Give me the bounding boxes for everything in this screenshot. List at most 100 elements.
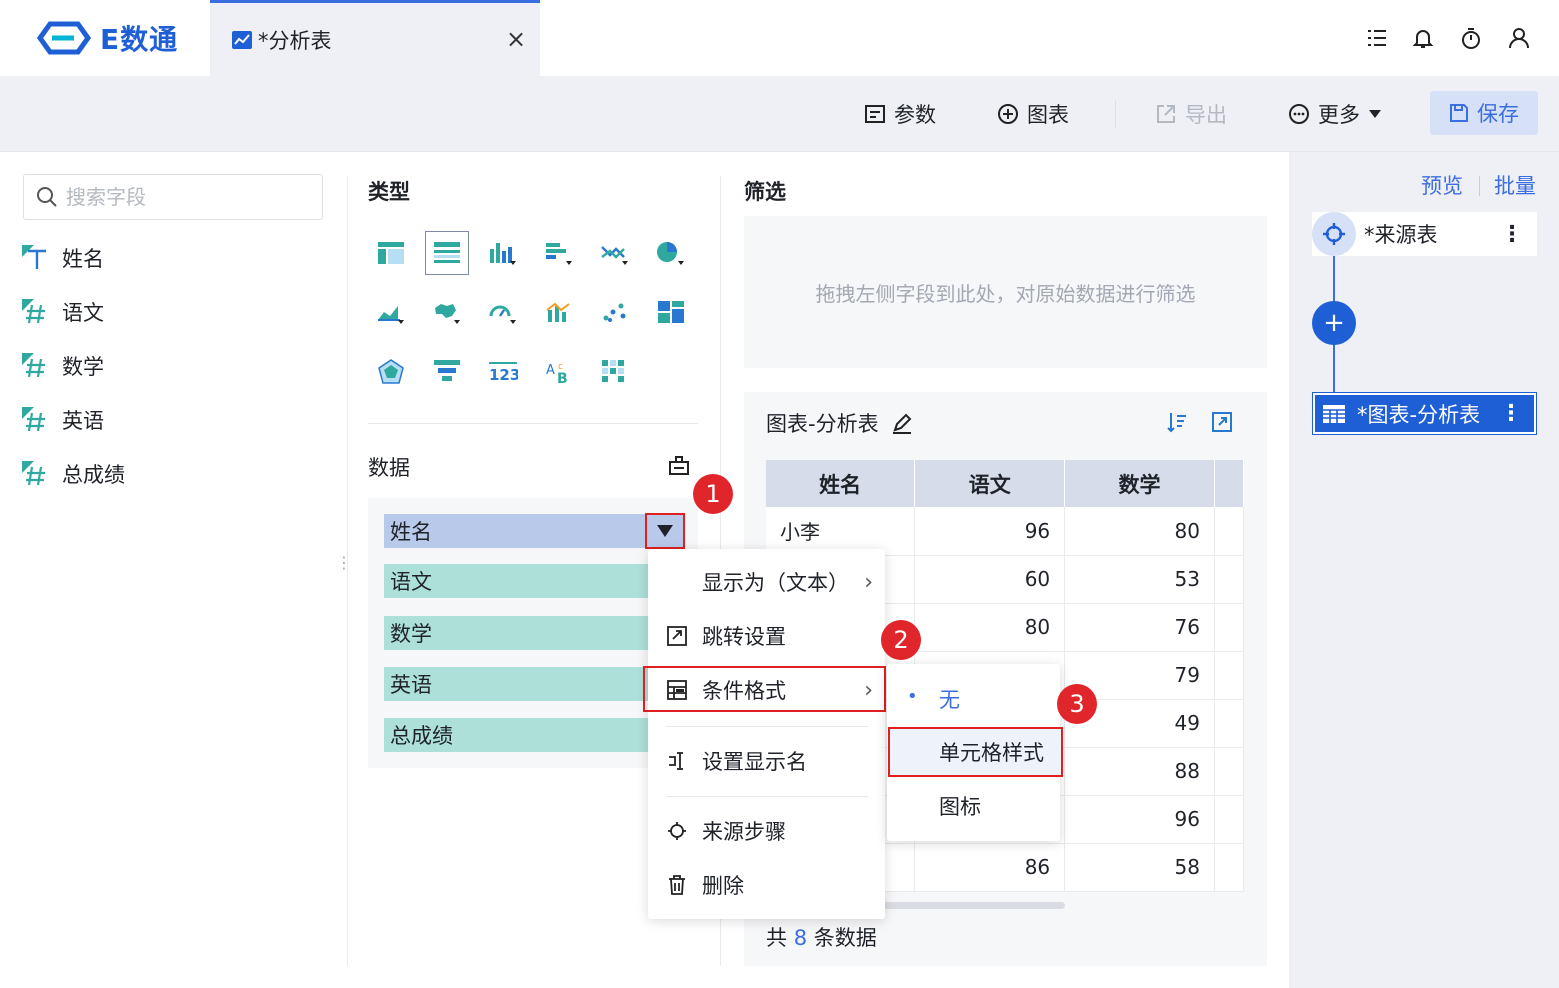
- horizontal-scrollbar[interactable]: [870, 902, 1065, 909]
- detail-table-icon[interactable]: [425, 231, 469, 275]
- field-item-english[interactable]: 英语: [22, 402, 104, 438]
- measure-pill-chinese[interactable]: 语文: [384, 564, 650, 598]
- dashboard-icon[interactable]: [649, 290, 693, 334]
- search-input[interactable]: [66, 185, 296, 209]
- measure-pill-math[interactable]: 数学: [384, 616, 650, 650]
- save-button[interactable]: 保存: [1430, 91, 1538, 135]
- params-button[interactable]: 参数: [864, 95, 936, 133]
- row-count-suffix: 条数据: [813, 926, 877, 950]
- data-label: 数据: [368, 456, 410, 480]
- source-step-label: *来源表: [1364, 223, 1438, 247]
- text-field-icon: [22, 245, 46, 269]
- menu-item-source-step[interactable]: 来源步骤: [648, 807, 885, 855]
- tab-close-icon[interactable]: ×: [506, 25, 530, 53]
- task-list-icon[interactable]: [1365, 26, 1389, 50]
- expand-icon[interactable]: [1211, 411, 1233, 433]
- menu-item-display-name[interactable]: 设置显示名: [648, 737, 885, 785]
- field-item-name[interactable]: 姓名: [22, 240, 104, 276]
- table-header-row: 姓名 语文 数学: [766, 460, 1245, 507]
- sort-icon[interactable]: [1166, 411, 1188, 433]
- menu-item-display-as[interactable]: 显示为（文本） ›: [648, 558, 885, 606]
- pill-label: 数学: [390, 622, 432, 646]
- bell-icon[interactable]: [1411, 26, 1435, 50]
- menu-separator: [666, 726, 868, 727]
- word-cloud-icon[interactable]: ABc: [537, 350, 581, 394]
- table-cell: 88: [1064, 747, 1215, 796]
- step-badge-2: 2: [881, 620, 921, 660]
- kpi-number-icon[interactable]: 123: [481, 350, 525, 394]
- map-icon[interactable]: [425, 290, 469, 334]
- field-search[interactable]: [23, 174, 323, 220]
- export-button[interactable]: 导出: [1155, 95, 1227, 133]
- number-field-icon: [22, 461, 45, 486]
- scatter-icon[interactable]: [593, 290, 637, 334]
- table-cell: 小李: [766, 507, 916, 556]
- submenu-item-icon[interactable]: 图标: [887, 781, 1060, 831]
- timer-icon[interactable]: [1459, 26, 1483, 50]
- filter-hint: 拖拽左侧字段到此处，对原始数据进行筛选: [815, 281, 1196, 306]
- user-icon[interactable]: [1507, 26, 1531, 50]
- table-cell: 96: [1064, 795, 1215, 844]
- bar-chart-icon[interactable]: [481, 231, 525, 275]
- column-header[interactable]: 姓名: [766, 460, 916, 507]
- params-icon: [865, 105, 885, 123]
- filter-title: 筛选: [744, 180, 786, 204]
- resize-handle[interactable]: ⋮: [336, 555, 352, 571]
- tab-analysis[interactable]: *分析表 ×: [210, 0, 540, 76]
- number-field-icon: [22, 407, 45, 432]
- highlight-conditional-format: [643, 666, 886, 712]
- funnel-icon[interactable]: [425, 350, 469, 394]
- step-more-icon[interactable]: ⋮: [1500, 401, 1522, 426]
- crosstab-icon[interactable]: [369, 231, 413, 275]
- table-cell: [1214, 699, 1245, 748]
- column-header[interactable]: 数学: [1064, 460, 1215, 507]
- measure-pill-english[interactable]: 英语: [384, 667, 650, 701]
- submenu-item-none[interactable]: • 无: [887, 674, 1060, 724]
- batch-link[interactable]: 批量: [1494, 170, 1536, 200]
- pill-dropdown-button[interactable]: [645, 513, 685, 549]
- field-item-total[interactable]: 总成绩: [22, 456, 125, 492]
- menu-item-delete[interactable]: 删除: [648, 861, 885, 909]
- field-item-math[interactable]: 数学: [22, 348, 104, 384]
- more-button[interactable]: 更多: [1288, 95, 1382, 133]
- export-label: 导出: [1185, 103, 1227, 127]
- preview-link[interactable]: 预览: [1421, 170, 1463, 200]
- add-step-button[interactable]: +: [1312, 301, 1356, 345]
- menu-item-jump-settings[interactable]: 跳转设置: [648, 612, 885, 660]
- export-icon: [1157, 105, 1175, 123]
- horizontal-bar-icon[interactable]: [537, 231, 581, 275]
- step-source-table[interactable]: *来源表 ⋮: [1312, 212, 1537, 256]
- column-header[interactable]: 语文: [914, 460, 1066, 507]
- table-cell: 53: [1064, 555, 1215, 604]
- area-chart-icon[interactable]: [369, 290, 413, 334]
- field-label: 数学: [62, 355, 104, 379]
- add-chart-button[interactable]: 图表: [997, 95, 1069, 133]
- edit-icon[interactable]: [891, 412, 913, 434]
- field-item-chinese[interactable]: 语文: [22, 294, 104, 330]
- line-chart-icon[interactable]: [593, 231, 637, 275]
- step-more-icon[interactable]: ⋮: [1501, 222, 1523, 247]
- analysis-chart-icon: [232, 30, 252, 49]
- filter-drop-zone[interactable]: 拖拽左侧字段到此处，对原始数据进行筛选: [744, 216, 1267, 368]
- measure-pill-total[interactable]: 总成绩: [384, 718, 650, 752]
- type-title: 类型: [368, 180, 410, 204]
- caret-down-icon: [1369, 110, 1381, 118]
- combo-chart-icon[interactable]: [537, 290, 581, 334]
- dimension-pill-name[interactable]: 姓名: [384, 514, 684, 548]
- table-cell: 60: [914, 555, 1066, 604]
- steps-panel: [1289, 152, 1559, 988]
- heatmap-icon[interactable]: [593, 350, 637, 394]
- more-icon: [1289, 104, 1309, 124]
- gauge-icon[interactable]: [481, 290, 525, 334]
- submenu-item-cell-style[interactable]: 单元格样式: [887, 727, 1060, 777]
- step-chart-analysis[interactable]: *图表-分析表 ⋮: [1312, 392, 1537, 435]
- radar-icon[interactable]: [369, 350, 413, 394]
- data-settings-icon[interactable]: [668, 455, 690, 475]
- table-cell: [1214, 795, 1245, 844]
- app-logo[interactable]: E数通: [32, 18, 192, 58]
- table-cell: 76: [1064, 603, 1215, 652]
- table-cell: [1214, 555, 1245, 604]
- pie-chart-icon[interactable]: [649, 231, 693, 275]
- svg-text:B: B: [557, 371, 568, 385]
- menu-item-label: 跳转设置: [702, 625, 786, 649]
